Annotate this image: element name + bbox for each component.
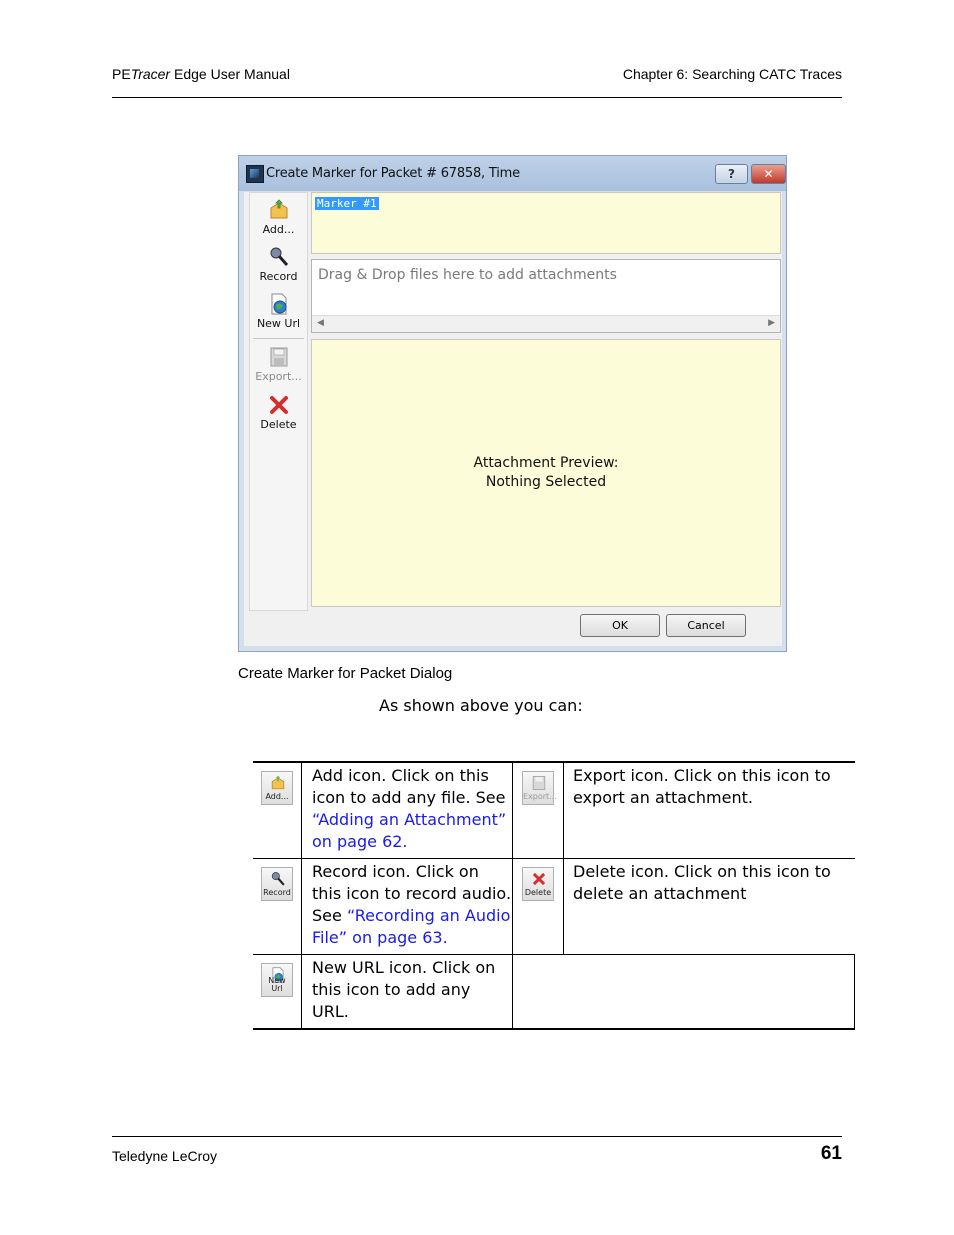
export-icon: Export... <box>522 771 557 805</box>
record-icon-label: Record <box>263 888 291 897</box>
scroll-left-arrow-icon[interactable]: ◀ <box>317 317 324 328</box>
new-url-label: New Url <box>256 317 301 330</box>
attachment-toolbar: Add... Record New Url Export... Delete <box>249 192 308 611</box>
add-folder-icon <box>270 199 287 219</box>
export-toolbar-button[interactable]: Export... <box>250 346 307 383</box>
adding-attachment-link[interactable]: “Adding an Attachment” on page 62. <box>312 810 506 851</box>
manual-title: Edge User Manual <box>170 66 290 82</box>
marker-name-field[interactable]: Marker #1 <box>311 192 781 254</box>
create-marker-dialog: Create Marker for Packet # 67858, Time ?… <box>238 155 787 652</box>
figure-caption: Create Marker for Packet Dialog <box>238 665 453 682</box>
icon-description-table: Add... Add icon. Click on this icon to a… <box>253 761 855 1030</box>
preview-line-1: Attachment Preview: <box>473 455 619 471</box>
dialog-title: Create Marker for Packet # 67858, Time <box>266 166 520 181</box>
delete-description: Delete icon. Click on this icon to delet… <box>563 858 855 955</box>
delete-label: Delete <box>260 418 297 431</box>
app-icon <box>246 165 264 183</box>
dialog-body: Add... Record New Url Export... Delete M… <box>244 192 782 646</box>
add-label: Add... <box>262 223 295 236</box>
new-url-icon-label: New Url <box>268 976 286 993</box>
intro-text: As shown above you can: <box>379 696 583 715</box>
dialog-title-bar: Create Marker for Packet # 67858, Time ?… <box>239 156 786 191</box>
table-row: Add... Add icon. Click on this icon to a… <box>253 761 855 859</box>
scroll-right-arrow-icon[interactable]: ▶ <box>768 317 775 328</box>
delete-toolbar-button[interactable]: Delete <box>250 394 307 431</box>
record-icon: Record <box>261 867 293 901</box>
preview-status: Attachment Preview: Nothing Selected <box>312 454 780 492</box>
new-url-toolbar-button[interactable]: New Url <box>250 293 307 330</box>
horizontal-scrollbar[interactable]: ◀ ▶ <box>312 315 780 332</box>
product-name-bold: PE <box>112 66 131 82</box>
new-url-icon: New Url <box>261 963 293 997</box>
footer-company: Teledyne LeCroy <box>112 1148 218 1164</box>
new-url-description: New URL icon. Click on this icon to add … <box>301 954 513 1030</box>
attachment-drop-area[interactable]: Drag & Drop files here to add attachment… <box>311 259 781 333</box>
new-url-globe-icon <box>271 293 286 315</box>
page-number: 61 <box>820 1143 842 1164</box>
footer-rule <box>112 1136 842 1137</box>
add-icon-label: Add... <box>265 792 289 801</box>
help-button[interactable]: ? <box>715 164 748 184</box>
cancel-button[interactable]: Cancel <box>666 614 746 637</box>
drop-placeholder: Drag & Drop files here to add attachment… <box>318 267 617 283</box>
record-description: Record icon. Click on this icon to recor… <box>301 858 513 955</box>
microphone-icon <box>270 247 288 266</box>
product-name-italic: Tracer <box>130 66 171 82</box>
running-header-title: PETracer Edge User Manual <box>112 66 290 82</box>
add-description: Add icon. Click on this icon to add any … <box>301 761 513 859</box>
ok-button[interactable]: OK <box>580 614 660 637</box>
attachment-preview-pane: Attachment Preview: Nothing Selected <box>311 339 781 607</box>
delete-icon-label: Delete <box>524 888 552 897</box>
marker-name-selected-text: Marker #1 <box>315 197 379 210</box>
delete-icon: Delete <box>522 867 554 901</box>
table-row: Record Record icon. Click on this icon t… <box>253 858 855 955</box>
record-label: Record <box>259 270 298 283</box>
export-description: Export icon. Click on this icon to expor… <box>563 761 855 859</box>
add-toolbar-button[interactable]: Add... <box>250 199 307 236</box>
table-row: New Url New URL icon. Click on this icon… <box>253 954 855 1030</box>
toolbar-separator <box>253 338 304 339</box>
export-disk-icon <box>270 347 287 367</box>
add-description-text: Add icon. Click on this icon to add any … <box>312 766 506 807</box>
preview-line-2: Nothing Selected <box>485 474 607 490</box>
export-label: Export... <box>255 370 302 383</box>
add-icon: Add... <box>261 771 293 805</box>
header-rule <box>112 97 842 98</box>
record-toolbar-button[interactable]: Record <box>250 246 307 283</box>
delete-x-icon <box>269 396 288 414</box>
running-header-chapter: Chapter 6: Searching CATC Traces <box>622 66 842 82</box>
export-icon-label: Export... <box>523 792 557 801</box>
close-button[interactable]: ✕ <box>751 164 786 184</box>
empty-cell <box>512 954 855 1030</box>
